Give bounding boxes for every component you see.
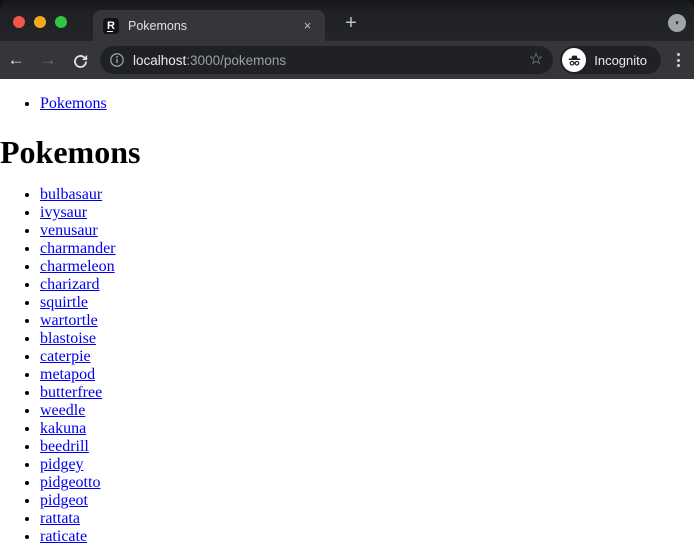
pokemon-list-item: raticate [40,528,694,546]
browser-menu-button[interactable] [668,53,688,67]
page-content: Pokemons Pokemons bulbasaurivysaurvenusa… [0,79,694,556]
pokemon-link[interactable]: weedle [40,402,85,419]
pokemon-list-item: pidgeot [40,492,694,510]
browser-window: R Pokemons × + ▾ ← → localhost:3000/poke… [0,0,694,556]
pokemon-link[interactable]: raticate [40,528,87,545]
reload-icon [73,54,87,68]
pokemon-list-item: blastoise [40,330,694,348]
pokemon-list-item: pidgeotto [40,474,694,492]
pokemon-list-item: pidgey [40,456,694,474]
pokemon-link[interactable]: metapod [40,366,95,383]
pokemon-link[interactable]: bulbasaur [40,186,102,203]
pokemon-list-item: rattata [40,510,694,528]
pokemon-list-item: beedrill [40,438,694,456]
browser-tab-pokemons[interactable]: R Pokemons × [93,10,325,41]
traffic-lights [13,16,67,28]
forward-button[interactable]: → [32,41,64,79]
tab-strip: R Pokemons × + ▾ [0,0,694,41]
pokemon-list-item: caterpie [40,348,694,366]
pokemon-list-item: charmeleon [40,258,694,276]
traffic-light-zoom-button[interactable] [55,16,67,28]
pokemon-link[interactable]: pidgeotto [40,474,100,491]
pokemon-list-item: ivysaur [40,204,694,222]
tab-title: Pokemons [128,18,188,33]
pokemon-link[interactable]: wartortle [40,312,98,329]
pokemon-link[interactable]: pidgey [40,456,84,473]
pokemon-link[interactable]: charmander [40,240,116,257]
pokemon-link[interactable]: charmeleon [40,258,115,275]
pokemon-list-item: squirtle [40,294,694,312]
pokemon-link[interactable]: kakuna [40,420,86,437]
pokemon-list-item: venusaur [40,222,694,240]
pokemon-link[interactable]: caterpie [40,348,91,365]
pokemon-link[interactable]: venusaur [40,222,98,239]
back-button[interactable]: ← [0,41,32,79]
browser-toolbar: ← → localhost:3000/pokemons ☆ Incognito [0,41,694,79]
traffic-light-minimize-button[interactable] [34,16,46,28]
reload-button[interactable] [64,51,96,70]
nav-link-pokemons[interactable]: Pokemons [40,95,107,112]
pokemon-list-item: metapod [40,366,694,384]
arrow-left-icon: ← [7,50,25,69]
tab-close-button[interactable]: × [299,17,316,34]
pokemon-list-item: bulbasaur [40,186,694,204]
pokemon-link[interactable]: beedrill [40,438,89,455]
bookmark-star-button[interactable]: ☆ [529,52,543,68]
pokemon-link[interactable]: blastoise [40,330,96,347]
incognito-avatar [562,48,587,72]
pokemon-list-item: charizard [40,276,694,294]
incognito-icon [568,55,581,66]
kebab-menu-icon [676,53,680,56]
traffic-light-close-button[interactable] [13,16,25,28]
chevron-down-icon: ▾ [675,20,679,27]
site-info-button[interactable] [109,52,125,68]
nav-list: Pokemons [0,95,694,113]
pokemon-list-item: wartortle [40,312,694,330]
page-title: Pokemons [0,134,141,170]
nav-list-item: Pokemons [40,95,694,113]
pokemon-link[interactable]: ivysaur [40,204,87,221]
pokemon-list-item: kakuna [40,420,694,438]
pokemon-list-item: weedle [40,402,694,420]
pokemon-list-item: butterfree [40,384,694,402]
incognito-badge: Incognito [560,46,661,74]
url-path: :3000/pokemons [186,52,287,68]
tab-search-button[interactable]: ▾ [668,14,686,32]
address-bar[interactable]: localhost:3000/pokemons ☆ [100,46,554,74]
pokemon-list: bulbasaurivysaurvenusaurcharmandercharme… [0,186,694,546]
url-host: localhost [133,52,187,68]
pokemon-list-item: charmander [40,240,694,258]
new-tab-button[interactable]: + [338,11,364,37]
pokemon-link[interactable]: squirtle [40,294,88,311]
info-circle-icon [110,53,124,67]
pokemon-link[interactable]: charizard [40,276,100,293]
pokemon-link[interactable]: rattata [40,510,80,527]
arrow-right-icon: → [39,50,57,69]
pokemon-link[interactable]: butterfree [40,384,102,401]
pokemon-link[interactable]: pidgeot [40,492,88,509]
incognito-label: Incognito [594,52,647,68]
url-text: localhost:3000/pokemons [133,53,286,68]
remix-logo-favicon-icon: R [103,17,119,34]
